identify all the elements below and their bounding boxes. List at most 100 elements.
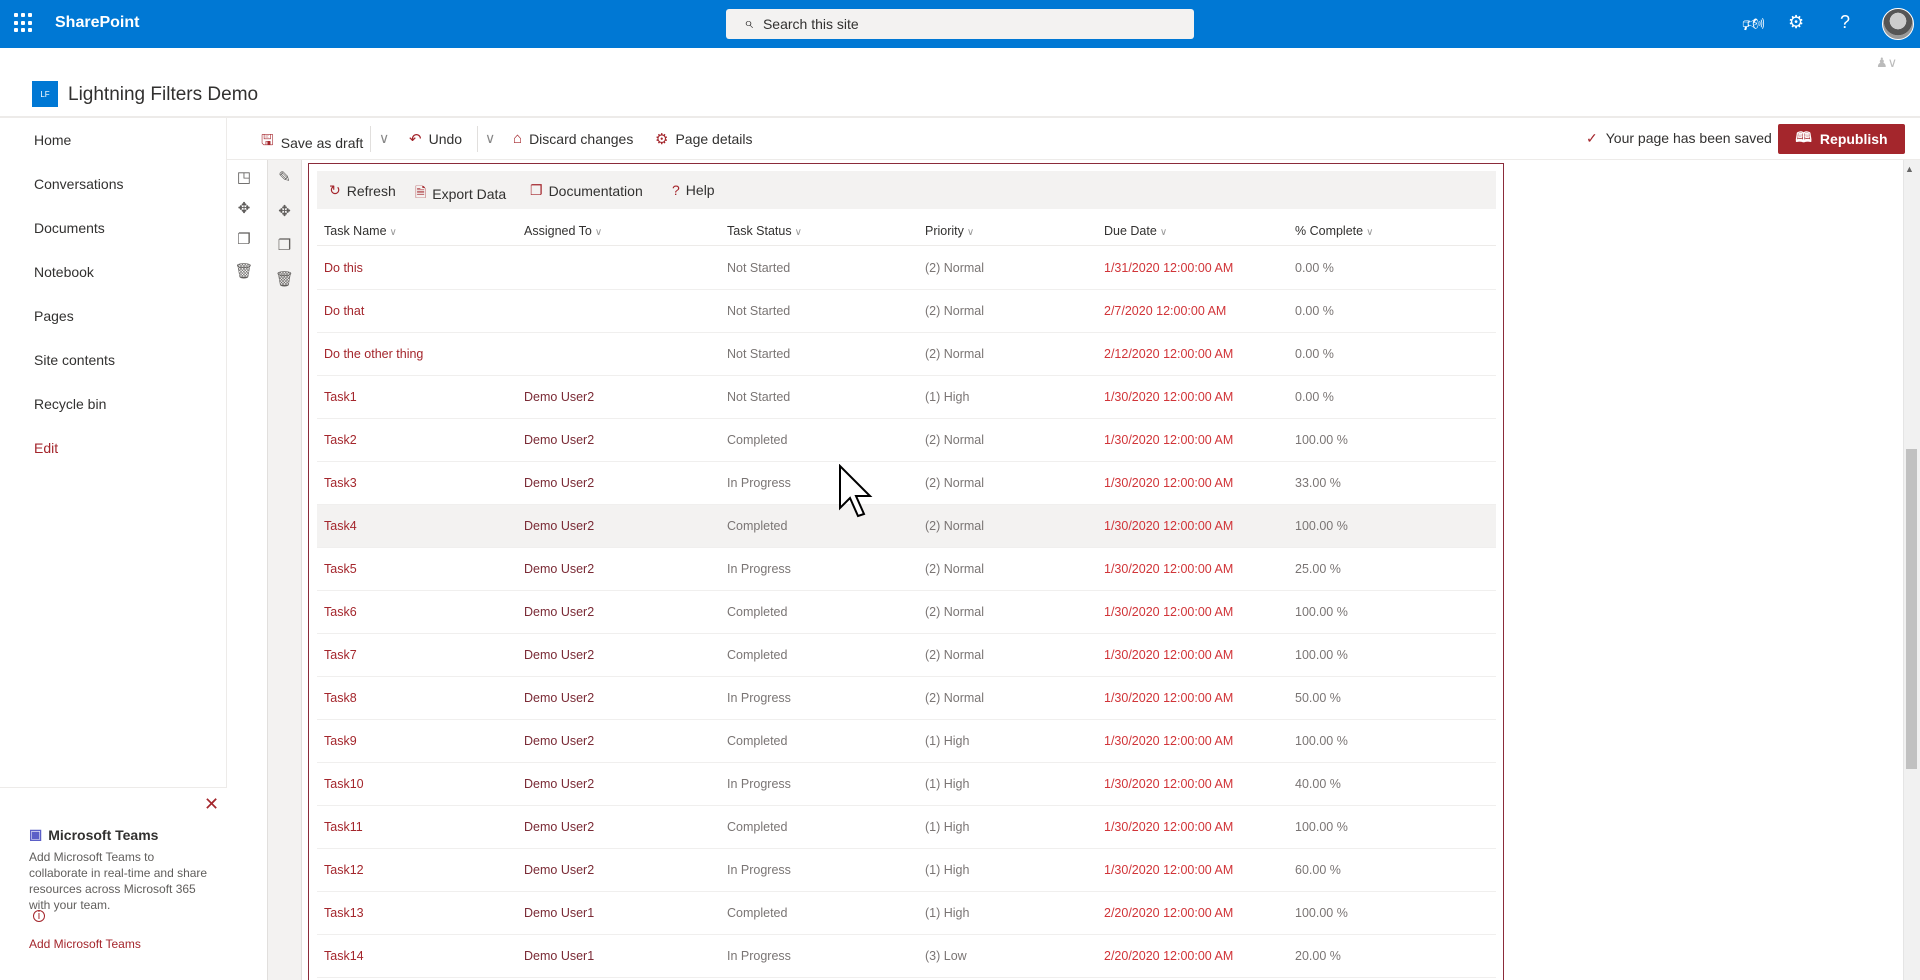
cell-task-name[interactable]: Task13 [324,906,364,920]
cell-task-name[interactable]: Task8 [324,691,357,705]
megaphone-icon[interactable]: 🕬 [1742,12,1765,42]
cell-task-name[interactable]: Task1 [324,390,357,404]
column-header-task-status[interactable]: Task Status ∨ [727,224,802,238]
duplicate-icon[interactable]: ❐ [268,236,301,254]
cell-assigned-to[interactable]: Demo User2 [524,433,594,447]
cell-task-name[interactable]: Task5 [324,562,357,576]
brand-link[interactable]: SharePoint [55,14,139,32]
cell-assigned-to[interactable]: Demo User2 [524,777,594,791]
table-row[interactable]: Task7 Demo User2 Completed (2) Normal 1/30/2… [317,634,1496,677]
republish-button[interactable]: 🕮 Republish [1778,124,1905,154]
table-row[interactable]: Task8 Demo User2 In Progress (2) Normal 1/30… [317,677,1496,720]
cell-task-name[interactable]: Task11 [324,820,363,834]
discard-changes-button[interactable]: ⌂ Discard changes [513,130,633,147]
refresh-button[interactable]: ↻ Refresh [329,182,396,199]
cell-assigned-to[interactable]: Demo User2 [524,648,594,662]
table-row[interactable]: Task11 Demo User2 Completed (1) High 1/30/20… [317,806,1496,849]
save-draft-button[interactable]: 🖫 Save as draft [261,130,363,155]
gear-icon[interactable]: ⚙ [1788,12,1804,33]
table-row[interactable]: Task1 Demo User2 Not Started (1) High 1/30/2… [317,376,1496,419]
waffle-icon[interactable] [14,13,34,33]
add-teams-link[interactable]: Add Microsoft Teams [29,937,141,951]
column-header-percent-complete[interactable]: % Complete ∨ [1295,224,1373,238]
table-row[interactable]: Task12 Demo User2 In Progress (1) High 1/30/… [317,849,1496,892]
info-icon[interactable]: i [33,910,45,922]
cell-task-status: Not Started [727,261,791,275]
cell-assigned-to[interactable]: Demo User2 [524,390,594,404]
nav-item-notebook[interactable]: Notebook [34,264,94,280]
table-row[interactable]: Task2 Demo User2 Completed (2) Normal 1/30/2… [317,419,1496,462]
scrollbar-thumb[interactable] [1906,449,1917,769]
cell-task-name[interactable]: Task7 [324,648,357,662]
move-icon[interactable]: ✥ [268,202,301,220]
share-people-icon[interactable]: ♟∨ [1876,55,1897,71]
cell-assigned-to[interactable]: Demo User1 [524,906,594,920]
cell-task-name[interactable]: Task6 [324,605,357,619]
cell-percent-complete: 20.00 % [1295,949,1341,963]
save-options-chevron-icon[interactable]: ∨ [379,130,389,147]
table-row[interactable]: Task14 Demo User1 In Progress (3) Low 2/20/2… [317,935,1496,978]
documentation-button[interactable]: ❐ Documentation [530,182,643,199]
cell-task-name[interactable]: Task2 [324,433,357,447]
table-row[interactable]: Task13 Demo User1 Completed (1) High 2/20/20… [317,892,1496,935]
nav-item-home[interactable]: Home [34,132,71,148]
cell-assigned-to[interactable]: Demo User2 [524,605,594,619]
cell-task-name[interactable]: Do this [324,261,363,275]
table-row[interactable]: Do this Not Started (2) Normal 1/31/2020 12… [317,247,1496,290]
documentation-icon: ❐ [530,182,543,198]
scroll-up-arrow-icon[interactable]: ▲ [1905,164,1914,174]
cell-assigned-to[interactable]: Demo User2 [524,863,594,877]
duplicate-icon[interactable]: ❐ [232,230,256,248]
table-row[interactable]: Task9 Demo User2 Completed (1) High 1/30/202… [317,720,1496,763]
cell-assigned-to[interactable]: Demo User1 [524,949,594,963]
export-data-button[interactable]: 🗎 Export Data [415,182,506,206]
cell-task-name[interactable]: Task3 [324,476,357,490]
site-title[interactable]: Lightning Filters Demo [68,84,258,106]
column-header-priority[interactable]: Priority ∨ [925,224,974,238]
edit-pencil-icon[interactable]: ✎ [268,168,301,186]
cell-task-name[interactable]: Task14 [324,949,364,963]
cell-task-name[interactable]: Do the other thing [324,347,423,361]
cell-priority: (2) Normal [925,347,985,361]
cell-assigned-to[interactable]: Demo User2 [524,562,594,576]
column-header-due-date[interactable]: Due Date ∨ [1104,224,1167,238]
table-row[interactable]: Task4 Demo User2 Completed (2) Normal 1/30/2… [317,505,1496,548]
table-row[interactable]: Task6 Demo User2 Completed (2) Normal 1/30/2… [317,591,1496,634]
edit-section-icon[interactable]: ◳ [232,168,256,186]
column-header-assigned-to[interactable]: Assigned To ∨ [524,224,602,238]
avatar[interactable] [1882,8,1914,40]
delete-icon[interactable]: 🗑 [232,262,256,280]
table-row[interactable]: Do the other thing Not Started (2) Normal 2… [317,333,1496,376]
cell-task-name[interactable]: Task9 [324,734,357,748]
table-row[interactable]: Do that Not Started (2) Normal 2/7/2020 12:… [317,290,1496,333]
cell-task-name[interactable]: Task12 [324,863,364,877]
close-icon[interactable]: ✕ [204,794,219,815]
cell-assigned-to[interactable]: Demo User2 [524,820,594,834]
move-icon[interactable]: ✥ [232,199,256,217]
cell-assigned-to[interactable]: Demo User2 [524,519,594,533]
delete-icon[interactable]: 🗑 [268,270,301,288]
help-button[interactable]: ? Help [672,182,715,198]
search-input[interactable]: ⌕ Search this site [726,9,1194,39]
help-icon[interactable]: ? [1840,12,1850,33]
page-details-button[interactable]: ⚙ Page details [655,130,753,148]
table-row[interactable]: Task10 Demo User2 In Progress (1) High 1/30/… [317,763,1496,806]
table-row[interactable]: Task3 Demo User2 In Progress (2) Normal 1/30… [317,462,1496,505]
cell-task-name[interactable]: Task4 [324,519,357,533]
cell-assigned-to[interactable]: Demo User2 [524,734,594,748]
nav-item-edit[interactable]: Edit [34,440,58,456]
cell-task-name[interactable]: Do that [324,304,364,318]
undo-options-chevron-icon[interactable]: ∨ [485,130,495,147]
nav-item-recycle-bin[interactable]: Recycle bin [34,396,106,412]
table-row[interactable]: Task5 Demo User2 In Progress (2) Normal 1/30… [317,548,1496,591]
nav-item-site-contents[interactable]: Site contents [34,352,115,368]
nav-item-documents[interactable]: Documents [34,220,105,236]
undo-button[interactable]: ↶ Undo [409,130,462,148]
nav-item-conversations[interactable]: Conversations [34,176,124,192]
cell-assigned-to[interactable]: Demo User2 [524,691,594,705]
column-header-task-name[interactable]: Task Name ∨ [324,224,397,238]
cell-task-name[interactable]: Task10 [324,777,364,791]
cell-task-status: Completed [727,433,788,447]
nav-item-pages[interactable]: Pages [34,308,74,324]
cell-assigned-to[interactable]: Demo User2 [524,476,594,490]
